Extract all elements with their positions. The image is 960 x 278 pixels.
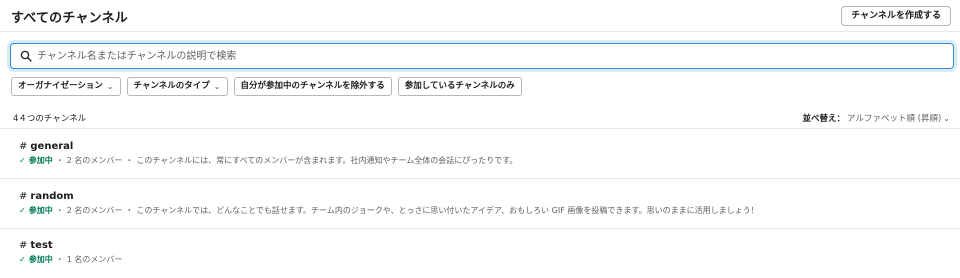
filter-organization[interactable]: オーガナイゼーション ⌄ bbox=[11, 77, 121, 96]
joined-badge: 参加中 bbox=[28, 156, 53, 165]
page-title: すべてのチャンネル bbox=[11, 11, 128, 26]
filter-label: オーガナイゼーション bbox=[18, 81, 103, 91]
channel-name: # general bbox=[19, 141, 73, 152]
chevron-down-icon: ⌄ bbox=[943, 113, 950, 123]
filter-bar: オーガナイゼーション ⌄ チャンネルのタイプ ⌄ 自分が参加中のチャンネルを除外… bbox=[11, 77, 522, 96]
channel-meta: ✓ 参加中・ 1 名のメンバー bbox=[19, 254, 122, 265]
channel-name-text: test bbox=[30, 240, 53, 251]
channel-name: # random bbox=[19, 191, 74, 202]
channel-meta: ✓ 参加中・ 2 名のメンバー・このチャンネルでは、どんなことでも話せます。チーム内… bbox=[19, 205, 759, 216]
checkmark-icon: ✓ bbox=[19, 255, 26, 264]
filter-exclude-joined[interactable]: 自分が参加中のチャンネルを除外する bbox=[233, 77, 392, 96]
filter-joined-only[interactable]: 参加しているチャンネルのみ bbox=[397, 77, 522, 96]
separator: ・ bbox=[55, 156, 64, 165]
search-input[interactable] bbox=[37, 48, 937, 64]
sort-control[interactable]: 並べ替え： アルファベット順 (昇順) ⌄ bbox=[802, 112, 950, 125]
joined-badge: 参加中 bbox=[28, 255, 53, 264]
list-item[interactable]: # general ✓ 参加中・ 2 名のメンバー・このチャンネルには、常にすべてのメ… bbox=[0, 128, 960, 177]
separator: ・ bbox=[55, 255, 64, 264]
channel-name-text: general bbox=[30, 141, 74, 152]
filter-label: 自分が参加中のチャンネルを除外する bbox=[240, 81, 385, 91]
channel-name-text: random bbox=[30, 191, 74, 202]
filter-channel-type[interactable]: チャンネルのタイプ ⌄ bbox=[126, 77, 228, 96]
member-count: 2 名のメンバー bbox=[66, 156, 123, 165]
channel-description: このチャンネルでは、どんなことでも話せます。チーム内のジョークや、とっさに思い付… bbox=[136, 206, 759, 215]
chevron-down-icon: ⌄ bbox=[213, 82, 221, 91]
member-count: 1 名のメンバー bbox=[66, 255, 123, 264]
channel-description: このチャンネルには、常にすべてのメンバーが含まれます。社内通知やチーム全体の会話… bbox=[136, 156, 518, 165]
hash-icon: # bbox=[19, 191, 28, 202]
search-box[interactable] bbox=[10, 43, 954, 69]
sort-label: 並べ替え： bbox=[802, 114, 846, 124]
joined-badge: 参加中 bbox=[28, 206, 53, 215]
filter-label: チャンネルのタイプ bbox=[133, 81, 210, 91]
separator: ・ bbox=[55, 206, 64, 215]
member-count: 2 名のメンバー bbox=[66, 206, 123, 215]
checkmark-icon: ✓ bbox=[19, 206, 26, 215]
sort-value: アルファベット順 (昇順) bbox=[847, 114, 942, 124]
hash-icon: # bbox=[19, 240, 28, 251]
checkmark-icon: ✓ bbox=[19, 156, 26, 165]
filter-label: 参加しているチャンネルのみ bbox=[404, 81, 515, 91]
chevron-down-icon: ⌄ bbox=[106, 82, 114, 91]
header: すべてのチャンネル チャンネルを作成する bbox=[0, 0, 960, 32]
create-channel-button[interactable]: チャンネルを作成する bbox=[841, 6, 951, 26]
separator: ・ bbox=[125, 156, 134, 165]
list-item[interactable]: # test ✓ 参加中・ 1 名のメンバー bbox=[0, 228, 960, 278]
channel-name: # test bbox=[19, 240, 53, 251]
channel-count: 4４つのチャンネル bbox=[13, 114, 87, 124]
channel-meta: ✓ 参加中・ 2 名のメンバー・このチャンネルには、常にすべてのメンバーが含まれます… bbox=[19, 155, 517, 166]
list-item[interactable]: # random ✓ 参加中・ 2 名のメンバー・このチャンネルでは、どんなことでも話… bbox=[0, 178, 960, 227]
search-icon bbox=[20, 50, 32, 62]
hash-icon: # bbox=[19, 141, 28, 152]
separator: ・ bbox=[125, 206, 134, 215]
